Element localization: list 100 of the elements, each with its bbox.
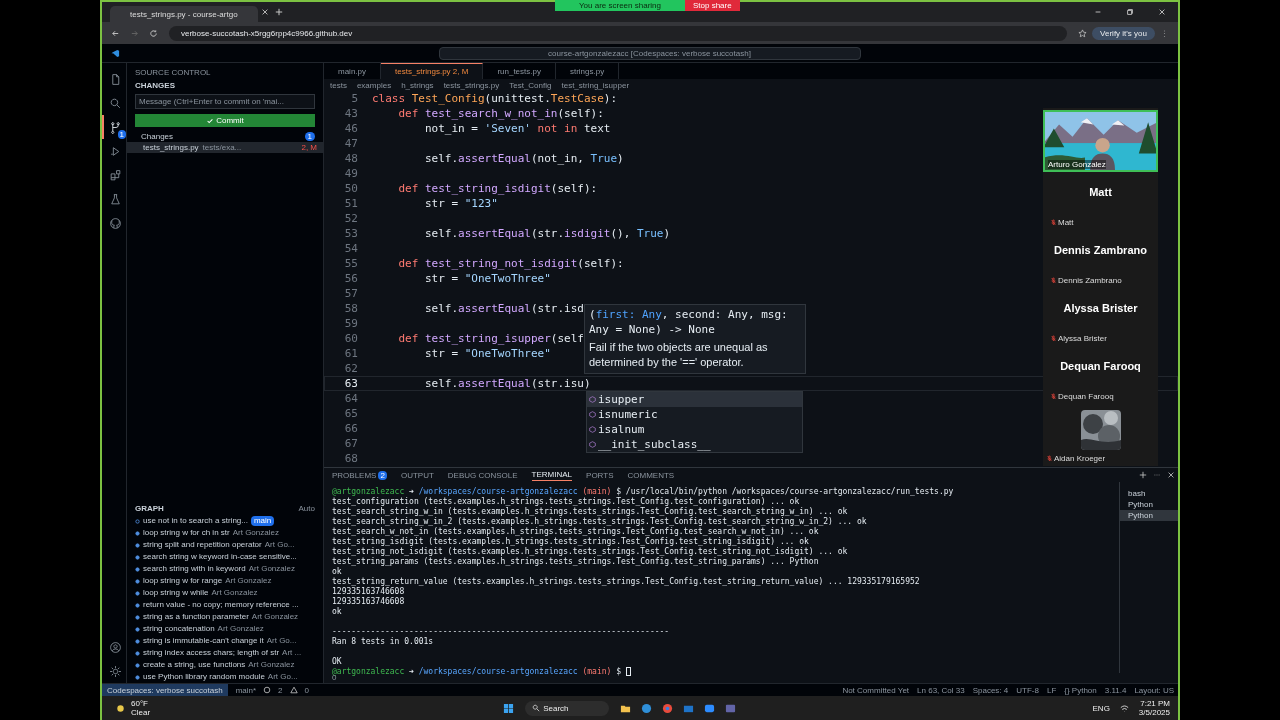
commit-author: Art ... [282, 648, 302, 658]
changes-label[interactable]: Changes [141, 132, 174, 141]
participant-name: Matt [1058, 218, 1074, 227]
suggestion-item[interactable]: isalnum [598, 423, 645, 436]
terminal-line: test_configuration (tests.examples.h_strings.tests_strings.Test_Config.test_configuration) ... ok [332, 496, 800, 506]
code-line: str = "123" [423, 197, 498, 210]
terminal-line: Ran 8 tests in 0.001s [332, 636, 434, 646]
terminal-item[interactable]: Python [1120, 510, 1178, 521]
suggestion-item[interactable]: __init_subclass__ [598, 438, 711, 451]
commit-message[interactable]: return value - no copy; memory reference ... [143, 600, 299, 610]
terminal-line: ---------------------------------------------------------------------- [332, 626, 670, 636]
code-line: def test_string_isupper(self [397, 332, 584, 345]
status-item[interactable]: LF [1046, 685, 1057, 695]
commit-message[interactable]: string is immutable-can't change it [143, 636, 264, 646]
code-line: not_in = 'Seven' not in text [423, 122, 611, 135]
terminal-line: test_string_return_value (tests.examples.h_strings.tests_strings.Test_Config.test_string_return_value) ... 129335179165952 [332, 576, 920, 586]
status-item[interactable]: Spaces: 4 [972, 685, 1009, 695]
commit-button[interactable]: Commit [135, 114, 315, 127]
section-title: CHANGES [135, 81, 175, 90]
line-number: 59 [343, 317, 359, 330]
count-badge: 1 [117, 130, 126, 139]
status-item[interactable]: Layout: US [1134, 685, 1174, 695]
terminal-line: ok [332, 566, 342, 576]
panel-tab[interactable]: COMMENTS [627, 469, 675, 481]
breadcrumb[interactable]: Test_Config [509, 80, 552, 90]
editor-tab[interactable]: strings.py [555, 63, 620, 79]
commit-message[interactable]: string split and repetition operator [143, 540, 262, 550]
terminal-line: 129335163746608 [332, 586, 405, 596]
terminal-line: ok [332, 606, 342, 616]
commit-message[interactable]: string index access chars; length of str [143, 648, 280, 658]
participant-title: Dequan Farooq [1059, 360, 1142, 372]
browser-tab[interactable]: tests_strings.py - course-artgo [110, 5, 258, 23]
commit-message[interactable]: string concatenation [143, 624, 215, 634]
search-box[interactable]: Search [525, 700, 609, 716]
commit-message[interactable]: search string with in keyword [143, 564, 246, 574]
terminal-line: test_string_not_isdigit (tests.examples.h_strings.tests_strings.Test_Config.test_string_not_isdigit) ... ok [332, 546, 848, 556]
language-indicator[interactable]: ENG [1092, 703, 1110, 713]
clock-time[interactable]: 7:21 PM [1140, 699, 1170, 708]
commit-message[interactable]: use Python library random module [143, 672, 265, 682]
terminal-line: test_search_w_not_in (tests.examples.h_strings.tests_strings.Test_Config.test_search_w_not_in) ... ok [332, 526, 819, 536]
clock-date[interactable]: 3/5/2025 [1138, 708, 1170, 717]
breadcrumb[interactable]: tests_strings.py [443, 80, 500, 90]
breadcrumb[interactable]: h_strings [401, 80, 434, 90]
editor-tab[interactable]: tests_strings.py 2, M [381, 63, 484, 79]
commit-message[interactable]: loop string w for ch in str [143, 528, 230, 538]
terminal-item[interactable]: bash [1120, 488, 1178, 499]
address-bar[interactable]: verbose-succotash-x5rgg6rpp4c9966.github.dev [169, 25, 1068, 41]
status-item[interactable]: Ln 63, Col 33 [917, 685, 965, 695]
remote-indicator[interactable]: Codespaces: verbose succotash [102, 684, 228, 696]
suggestion-item[interactable]: isupper [598, 393, 645, 406]
graph-mode[interactable]: Auto [298, 504, 315, 513]
terminal-line: @artgonzalezacc ➜ /workspaces/course-artgonzalezacc (main) $ /usr/local/bin/python /workspaces/course-artgonzalezacc/run_tests.py [332, 486, 954, 496]
panel-tab[interactable]: PROBLEMS [332, 469, 377, 481]
commit-message-field[interactable]: Message (Ctrl+Enter to commit on 'mai... [135, 94, 315, 109]
branch-indicator[interactable]: main* [235, 685, 257, 695]
commit-message[interactable]: use not in to search a string... [143, 516, 248, 526]
code-line: self.assertEqual(str.isu) [423, 377, 591, 390]
error-count[interactable]: 2 [278, 685, 283, 695]
commit-message[interactable]: string as a function parameter [143, 612, 249, 622]
line-number: 55 [343, 257, 359, 270]
file-name: tests_strings.py [143, 143, 199, 152]
line-number: 65 [343, 407, 359, 420]
profile-button[interactable]: Verify it's you [1092, 26, 1155, 40]
commit-author: Art Gonzalez [251, 612, 299, 622]
line-number: 57 [343, 287, 359, 300]
status-item[interactable]: Not Committed Yet [842, 685, 910, 695]
status-item[interactable]: UTF-8 [1016, 685, 1039, 695]
status-item[interactable]: 3.11.4 [1104, 685, 1127, 695]
line-number: 64 [343, 392, 359, 405]
breadcrumb[interactable]: tests [330, 80, 347, 90]
code-line: str = "OneTwoThree" [423, 347, 551, 360]
line-number: 48 [343, 152, 359, 165]
signature-text: (first: Any, second: Any, msg: Any = None) -> None [589, 307, 789, 337]
terminal-line: @artgonzalezacc ➜ /workspaces/course-artgonzalezacc (main) $ [332, 666, 622, 676]
commit-author: Art Go... [267, 672, 298, 682]
breadcrumb[interactable]: examples [356, 80, 392, 90]
terminal-item[interactable]: Python [1120, 499, 1178, 510]
stop-share-button[interactable]: Stop share [685, 0, 740, 11]
panel-tab[interactable]: DEBUG CONSOLE [447, 469, 518, 481]
status-item[interactable]: {} Python [1064, 685, 1097, 695]
code-line: def test_string_not_isdigit(self): [397, 257, 624, 270]
warning-count[interactable]: 0 [304, 685, 309, 695]
code-line: self.assertEqual(not_in, True) [423, 152, 624, 165]
commit-message[interactable]: loop string w while [143, 588, 209, 598]
suggestion-item[interactable]: isnumeric [598, 408, 658, 421]
breadcrumb[interactable]: test_string_isupper [561, 80, 630, 90]
command-center[interactable]: course-artgonzalezacc [Codespaces: verbose succotash] [438, 46, 861, 60]
editor-tab[interactable]: run_tests.py [483, 63, 556, 79]
file-status: 2, M [301, 143, 317, 152]
file-path: tests/exa... [202, 143, 242, 152]
panel-tab[interactable]: OUTPUT [400, 469, 434, 481]
commit-message[interactable]: create a string, use functions [143, 660, 246, 670]
weather-condition: Clear [131, 708, 151, 717]
commit-message[interactable]: search string w keyword in-case sensitive... [143, 552, 297, 562]
line-number: 43 [343, 107, 359, 120]
participant-name: Dequan Farooq [1058, 392, 1114, 401]
commit-message[interactable]: loop string w for range [143, 576, 223, 586]
changed-file-row[interactable]: tests_strings.py tests/exa... 2, M [127, 142, 323, 153]
panel-tab[interactable]: PORTS [586, 469, 614, 481]
panel-tab[interactable]: TERMINAL [531, 469, 573, 481]
